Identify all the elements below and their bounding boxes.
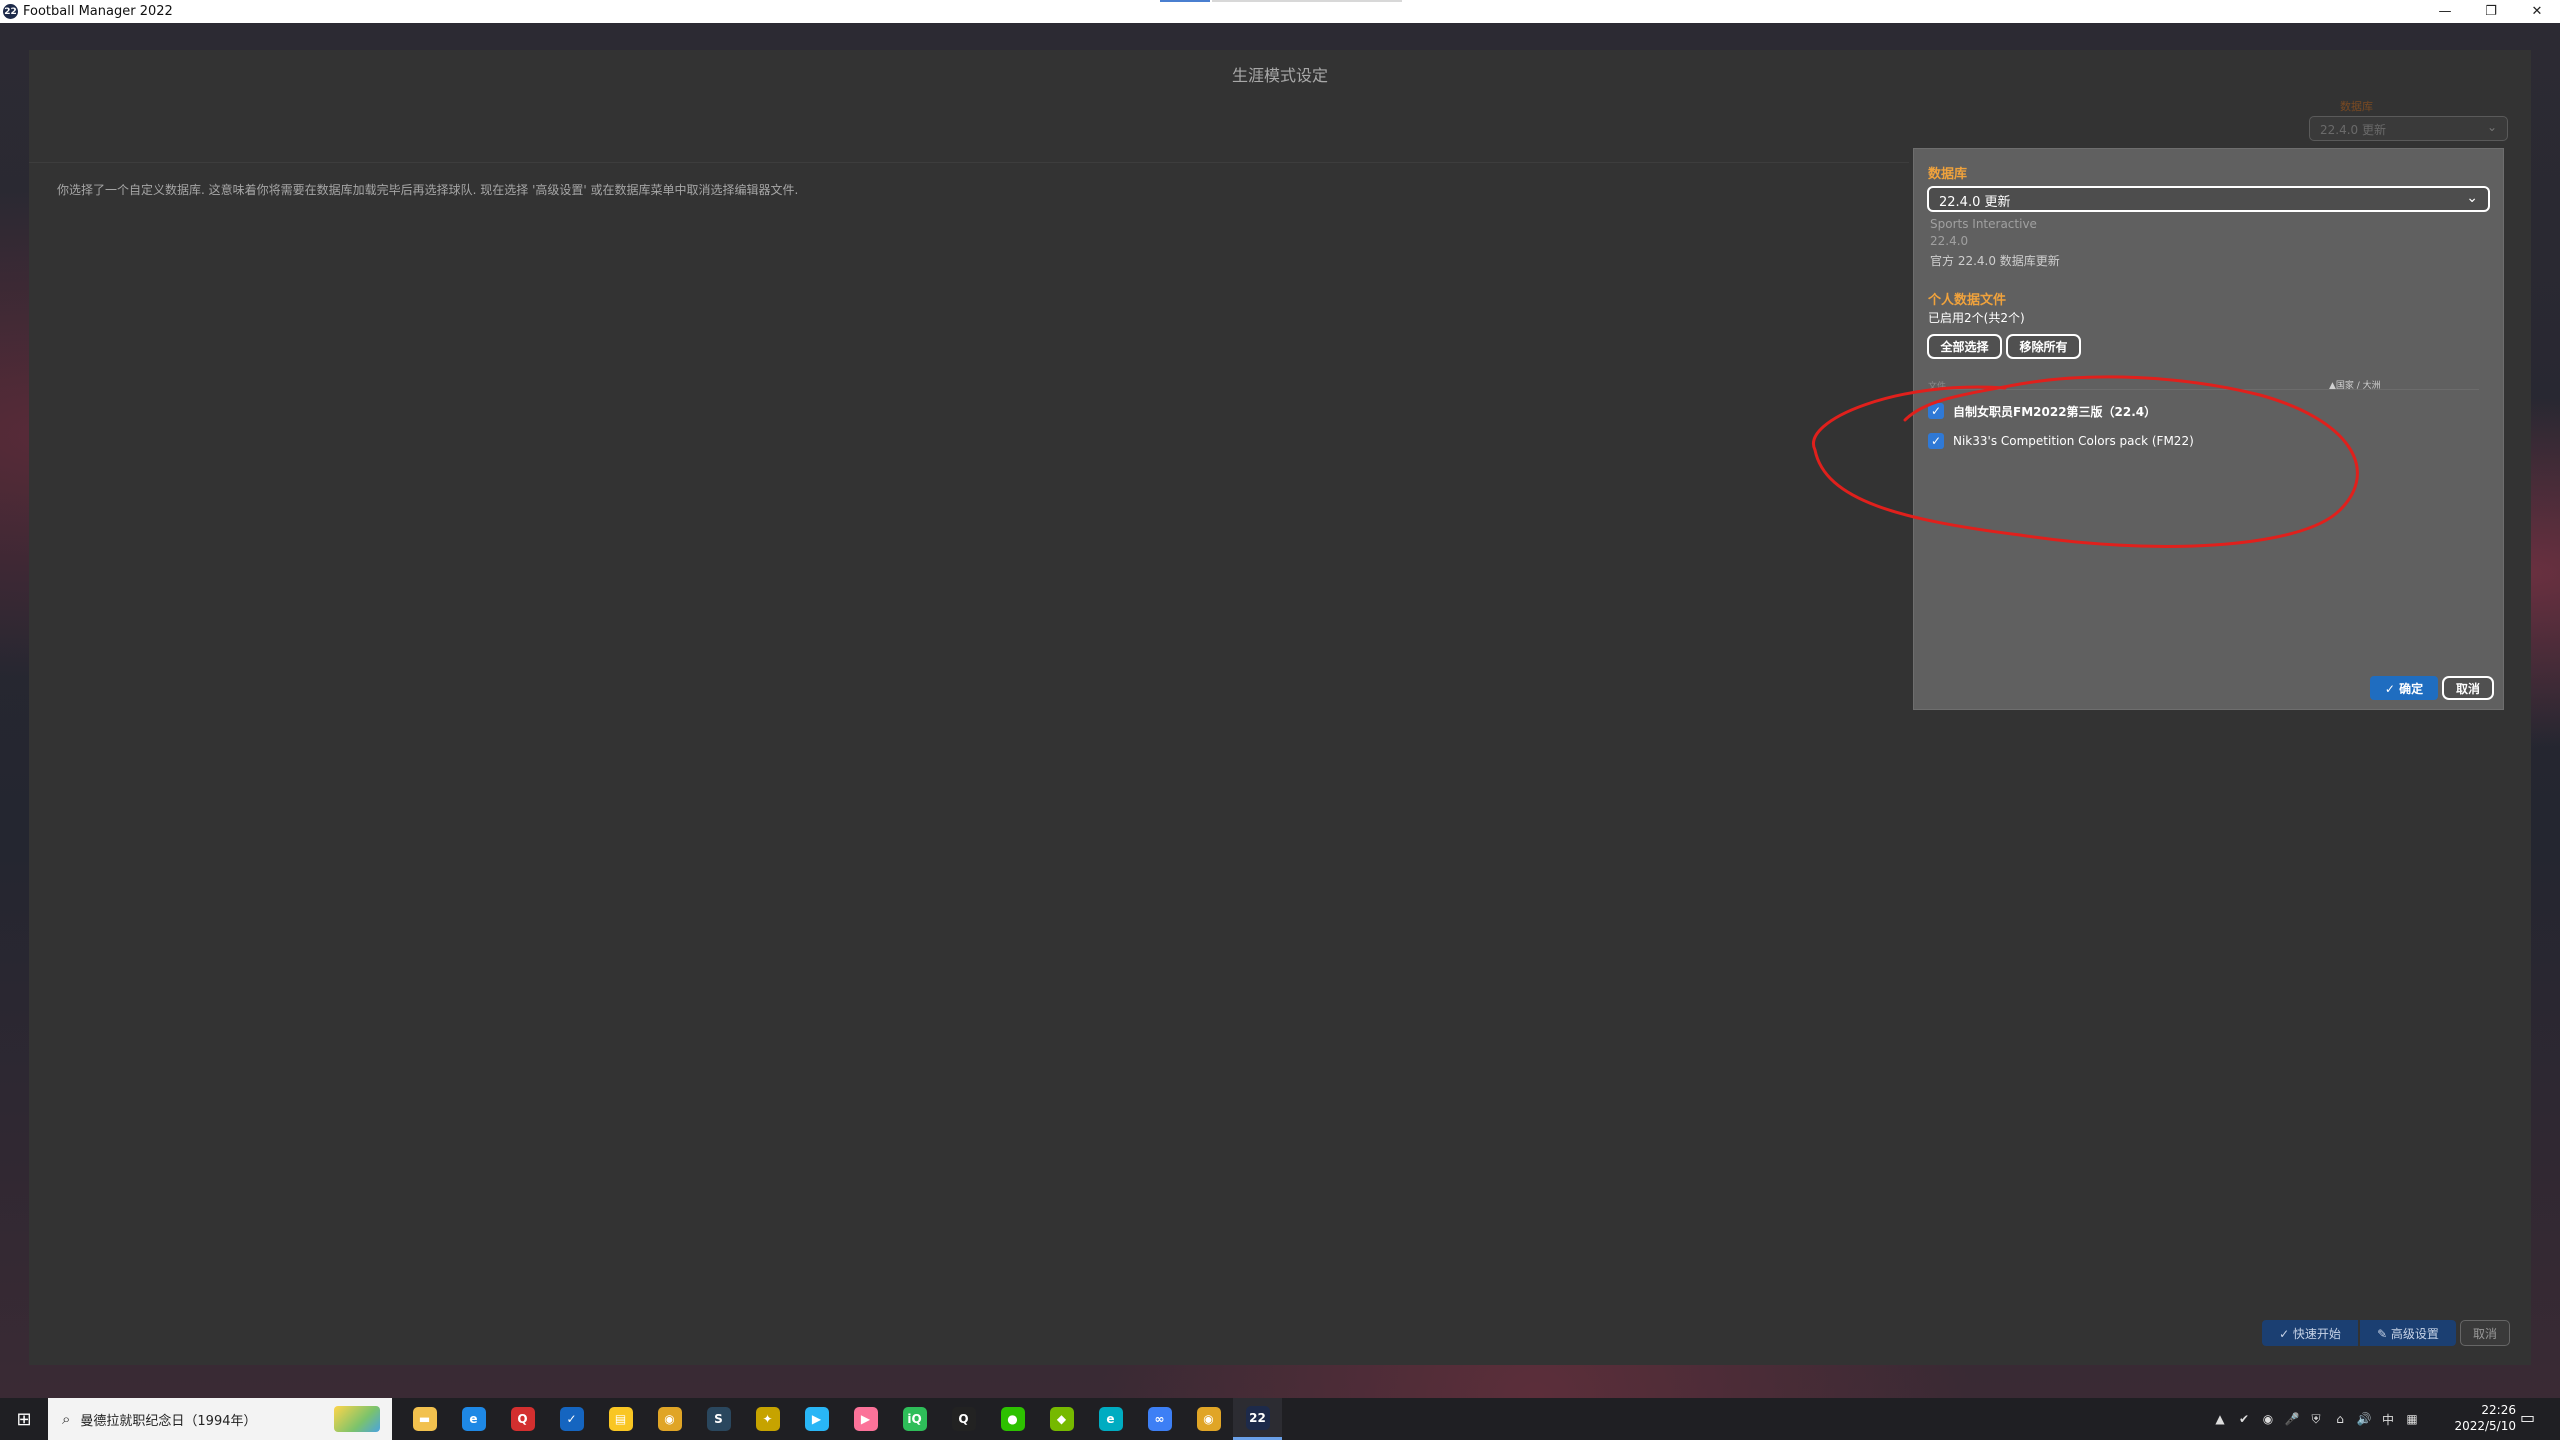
baidu-netdisk-icon-glyph: ∞	[1147, 1407, 1172, 1431]
windows-taskbar: ⊞ ⌕ 曼德拉就职纪念日（1994年） ▬ e Q ✓ ▤ ◉ S ✦ ▶ ▶ iQ Q ● ◆ e ∞ ◉ 22…	[0, 1398, 2560, 1440]
window-titlebar: 22 Football Manager 2022 — ❐ ✕	[0, 0, 2560, 23]
app-blue-icon-glyph: ✓	[559, 1407, 584, 1431]
bilibili-icon-glyph: ▶	[853, 1407, 878, 1431]
notes-icon[interactable]: ▤	[596, 1398, 645, 1440]
taskbar-clock[interactable]: 22:26 2022/5/10	[2440, 1402, 2516, 1434]
database-select-top[interactable]: 22.4.0 更新 ⌄	[2309, 116, 2508, 141]
column-header-file[interactable]: 文件	[1928, 379, 1946, 392]
fm-app-icon: 22	[3, 4, 18, 19]
owl2-icon[interactable]: ◉	[1184, 1398, 1233, 1440]
quick-start-button[interactable]: ✓ 快速开始	[2262, 1320, 2358, 1346]
checkbox-checked-icon[interactable]: ✓	[1928, 403, 1944, 419]
edge-icon-glyph: e	[461, 1407, 486, 1431]
app-blue-icon[interactable]: ✓	[547, 1398, 596, 1440]
advanced-settings-button[interactable]: ✎ 高级设置	[2360, 1320, 2456, 1346]
system-tray: ▲ ✔ ◉ 🎤 ⛨ ⌂ 🔊 中 ▦	[2208, 1398, 2424, 1440]
file-name: Nik33's Competition Colors pack (FM22)	[1953, 434, 2194, 448]
clock-time: 22:26	[2481, 1403, 2516, 1417]
select-all-button[interactable]: 全部选择	[1927, 334, 2002, 359]
tray-icon[interactable]: ✔	[2232, 1412, 2256, 1426]
nvidia-icon[interactable]: ◆	[1037, 1398, 1086, 1440]
video-play-icon[interactable]: ▶	[792, 1398, 841, 1440]
database-label-top: 数据库	[2340, 100, 2373, 113]
close-button[interactable]: ✕	[2514, 0, 2560, 23]
tray-icon[interactable]: ▲	[2208, 1412, 2232, 1426]
bilibili-icon[interactable]: ▶	[841, 1398, 890, 1440]
wechat-icon-glyph: ●	[1000, 1407, 1025, 1431]
nvidia-icon-glyph: ◆	[1049, 1407, 1074, 1431]
qq-icon[interactable]: Q	[939, 1398, 988, 1440]
windows-start-icon[interactable]: ⊞	[0, 1398, 48, 1440]
chevron-down-icon: ⌄	[2486, 120, 2497, 134]
notification-icon[interactable]: ▭	[2520, 1408, 2535, 1427]
chevron-down-icon: ⌄	[2466, 190, 2478, 206]
app-teal-icon-glyph: e	[1098, 1407, 1123, 1431]
steam-icon-glyph: S	[706, 1407, 731, 1431]
iqiyi-icon-glyph: iQ	[902, 1407, 927, 1431]
popup-cancel-button[interactable]: 取消	[2442, 676, 2494, 700]
database-popup: 数据库 22.4.0 更新 ⌄ Sports Interactive 22.4.…	[1913, 148, 2504, 710]
database-version: 22.4.0	[1930, 234, 1969, 248]
cancel-button[interactable]: 取消	[2460, 1320, 2510, 1346]
app-red-icon-glyph: Q	[510, 1407, 535, 1431]
checkbox-checked-icon[interactable]: ✓	[1928, 433, 1944, 449]
window-title: Football Manager 2022	[23, 4, 173, 19]
video-play-icon-glyph: ▶	[804, 1407, 829, 1431]
app-teal-icon[interactable]: e	[1086, 1398, 1135, 1440]
taskbar-search-input[interactable]: ⌕ 曼德拉就职纪念日（1994年）	[48, 1398, 392, 1440]
window-controls: — ❐ ✕	[2422, 0, 2560, 23]
tray-icon[interactable]: ◉	[2256, 1412, 2280, 1426]
notes-icon-glyph: ▤	[608, 1407, 633, 1431]
remove-all-button[interactable]: 移除所有	[2006, 334, 2081, 359]
weather-widget-icon[interactable]	[334, 1406, 380, 1432]
wechat-icon[interactable]: ●	[988, 1398, 1037, 1440]
tray-icon[interactable]: ⌂	[2328, 1412, 2352, 1426]
file-row[interactable]: ✓ Nik33's Competition Colors pack (FM22)	[1928, 431, 2194, 451]
confirm-button[interactable]: ✓ 确定	[2370, 676, 2438, 700]
database-select-top-value: 22.4.0 更新	[2320, 123, 2386, 137]
tray-icon[interactable]: ▦	[2400, 1412, 2424, 1426]
clock-date: 2022/5/10	[2454, 1419, 2516, 1433]
tray-icon[interactable]: ⛨	[2304, 1412, 2328, 1427]
edge-icon[interactable]: e	[449, 1398, 498, 1440]
personal-data-files-label: 个人数据文件	[1928, 293, 2007, 308]
custom-database-notice: 你选择了一个自定义数据库. 这意味着你将需要在数据库加载完毕后再选择球队. 现在…	[57, 183, 799, 197]
maximize-button[interactable]: ❐	[2468, 0, 2514, 23]
fm22-icon-glyph: 22	[1245, 1405, 1270, 1430]
tray-icon[interactable]: 🎤	[2280, 1412, 2304, 1426]
qq-icon-glyph: Q	[951, 1407, 976, 1431]
enabled-files-count: 已启用2个(共2个)	[1928, 311, 2025, 325]
file-explorer-icon-glyph: ▬	[412, 1407, 437, 1431]
database-select-value: 22.4.0 更新	[1939, 195, 2011, 210]
file-name: 自制女职员FM2022第三版（22.4）	[1953, 404, 2157, 419]
steam-icon[interactable]: S	[694, 1398, 743, 1440]
owl-icon-glyph: ◉	[657, 1407, 682, 1431]
owl2-icon-glyph: ◉	[1196, 1407, 1221, 1431]
iqiyi-icon[interactable]: iQ	[890, 1398, 939, 1440]
app-yellow-icon[interactable]: ✦	[743, 1398, 792, 1440]
database-publisher: Sports Interactive	[1930, 217, 2037, 231]
minimize-button[interactable]: —	[2422, 0, 2468, 23]
search-icon: ⌕	[62, 1410, 71, 1428]
file-explorer-icon[interactable]: ▬	[400, 1398, 449, 1440]
tray-icon[interactable]: 中	[2376, 1411, 2400, 1428]
owl-icon[interactable]: ◉	[645, 1398, 694, 1440]
search-suggestion-text: 曼德拉就职纪念日（1994年）	[80, 1413, 257, 1429]
app-yellow-icon-glyph: ✦	[755, 1407, 780, 1431]
column-divider	[1926, 389, 2479, 390]
loading-indicator	[1160, 0, 1210, 2]
app-red-icon[interactable]: Q	[498, 1398, 547, 1440]
file-row[interactable]: ✓ 自制女职员FM2022第三版（22.4）	[1928, 401, 2156, 421]
database-label: 数据库	[1928, 167, 1968, 182]
page-title: 生涯模式设定	[1231, 66, 1328, 85]
header-divider	[29, 162, 1909, 163]
database-description: 官方 22.4.0 数据库更新	[1930, 254, 2060, 268]
taskbar-pinned-apps: ▬ e Q ✓ ▤ ◉ S ✦ ▶ ▶ iQ Q ● ◆ e ∞ ◉ 22	[400, 1398, 1282, 1440]
fm22-icon[interactable]: 22	[1233, 1398, 1282, 1440]
loading-track	[1212, 0, 1402, 2]
tray-icon[interactable]: 🔊	[2352, 1412, 2376, 1426]
baidu-netdisk-icon[interactable]: ∞	[1135, 1398, 1184, 1440]
database-select[interactable]: 22.4.0 更新 ⌄	[1927, 186, 2490, 212]
